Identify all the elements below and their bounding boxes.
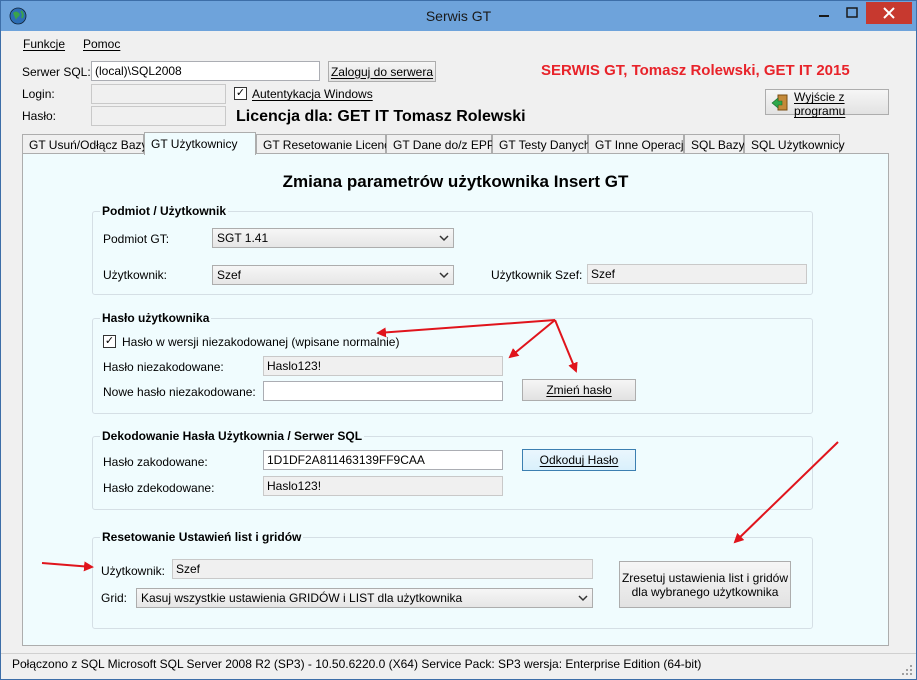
new-password-input[interactable] [263,381,503,401]
password-input[interactable] [91,106,226,126]
server-input[interactable]: (local)\SQL2008 [91,61,320,81]
tab-gt-inne-operacje[interactable]: GT Inne Operacje [588,134,690,154]
reset-grids-button[interactable]: Zresetuj ustawienia list i gridów dla wy… [619,561,791,608]
tab-sql-uzytkownicy[interactable]: SQL Użytkownicy [744,134,845,154]
podmiot-label: Podmiot GT: [103,232,170,246]
login-label: Login: [22,87,55,101]
tab-gt-uzytkownicy[interactable]: GT Użytkownicy [144,132,256,155]
status-bar: Połączono z SQL Microsoft SQL Server 200… [1,653,916,679]
plain-password-checkbox[interactable]: ✓ [103,335,116,348]
user-label: Użytkownik: [103,268,168,282]
change-password-label: Zmień hasło [546,383,612,397]
chevron-down-icon [578,595,588,602]
maximize-icon [846,7,858,18]
user-select[interactable]: Szef [212,265,454,285]
encoded-password-input[interactable]: 1D1DF2A811463139FF9CAA [263,450,503,470]
maximize-button[interactable] [837,2,867,24]
grid-label: Grid: [101,591,128,605]
menu-funkcje[interactable]: Funkcje [23,37,65,51]
login-input[interactable] [91,84,226,104]
tab-gt-testy-danych[interactable]: GT Testy Danych [492,134,591,154]
group-dekodowanie-title: Dekodowanie Hasła Użytkownia / Serwer SQ… [100,429,365,443]
title-bar[interactable]: Serwis GT [1,1,916,31]
tab-sql-bazy[interactable]: SQL Bazy [684,134,745,154]
plain-password-label: Hasło w wersji niezakodowanej (wpisane n… [122,335,400,349]
tab-gt-usun-odlacz[interactable]: GT Usuń/Odłącz Bazy [22,134,148,154]
grid-select[interactable]: Kasuj wszystkie ustawienia GRIDÓW i LIST… [136,588,593,608]
windows-auth-checkbox[interactable]: ✓ [234,87,247,100]
group-reset: Resetowanie Ustawień list i gridów Użytk… [92,530,813,629]
decode-password-button[interactable]: Odkoduj Hasło [522,449,636,471]
exit-button-label: Wyjście z programu [794,90,846,118]
group-dekodowanie: Dekodowanie Hasła Użytkownia / Serwer SQ… [92,429,813,510]
close-icon [883,7,895,19]
reset-user-input[interactable]: Szef [172,559,593,579]
user-szef-label: Użytkownik Szef: [491,268,583,282]
server-label: Serwer SQL: [22,65,91,79]
group-podmiot-title: Podmiot / Użytkownik [100,204,229,218]
windows-auth-label: Autentykacja Windows [252,87,373,101]
user-select-value: Szef [217,268,242,282]
reset-user-label: Użytkownik: [101,564,166,578]
podmiot-select[interactable]: SGT 1.41 [212,228,454,248]
decoded-password-label: Hasło zdekodowane: [103,481,215,495]
decode-password-label: Odkoduj Hasło [539,453,619,467]
new-password-label: Nowe hasło niezakodowane: [103,385,256,399]
encoded-password-label: Hasło zakodowane: [103,455,208,469]
resize-grip-icon[interactable] [901,664,913,676]
group-haslo-title: Hasło użytkownika [100,311,212,325]
status-text: Połączono z SQL Microsoft SQL Server 200… [12,657,702,671]
group-podmiot: Podmiot / Użytkownik Podmiot GT: SGT 1.4… [92,204,813,295]
podmiot-select-value: SGT 1.41 [217,231,269,245]
users-panel: Zmiana parametrów użytkownika Insert GT … [22,153,889,646]
group-haslo: Hasło użytkownika ✓ Hasło w wersji nieza… [92,311,813,414]
chevron-down-icon [439,272,449,279]
window-title: Serwis GT [425,8,492,24]
minimize-button[interactable] [809,2,839,24]
app-window: Serwis GT Funkcje Pomoc Serwer SQL: (loc… [0,0,917,680]
menu-pomoc[interactable]: Pomoc [83,37,120,51]
user-szef-input[interactable]: Szef [587,264,807,284]
exit-door-icon [771,94,788,111]
reset-grids-label-line2: dla wybranego użytkownika [631,584,779,599]
brand-text: SERWIS GT, Tomasz Rolewski, GET IT 2015 [541,62,850,79]
close-button[interactable] [866,2,912,24]
tab-gt-dane-epp[interactable]: GT Dane do/z EPP [386,134,495,154]
tab-gt-resetowanie-licencji[interactable]: GT Resetowanie Licencji [256,134,396,154]
group-reset-title: Resetowanie Ustawień list i gridów [100,530,304,544]
current-password-input[interactable]: Haslo123! [263,356,503,376]
minimize-icon [819,15,829,17]
current-password-label: Hasło niezakodowane: [103,360,224,374]
licence-text: Licencja dla: GET IT Tomasz Rolewski [236,108,526,125]
decoded-password-input[interactable]: Haslo123! [263,476,503,496]
chevron-down-icon [439,235,449,242]
connect-button-label: Zaloguj do serwera [330,64,434,79]
panel-title: Zmiana parametrów użytkownika Insert GT [282,172,629,191]
password-label: Hasło: [22,109,57,123]
exit-button[interactable]: Wyjście z programu [765,89,889,118]
grid-select-value: Kasuj wszystkie ustawienia GRIDÓW i LIST… [141,591,463,605]
connect-button[interactable]: Zaloguj do serwera [328,61,436,82]
change-password-button[interactable]: Zmień hasło [522,379,636,401]
reset-grids-label-line1: Zresetuj ustawienia list i gridów [621,570,789,585]
